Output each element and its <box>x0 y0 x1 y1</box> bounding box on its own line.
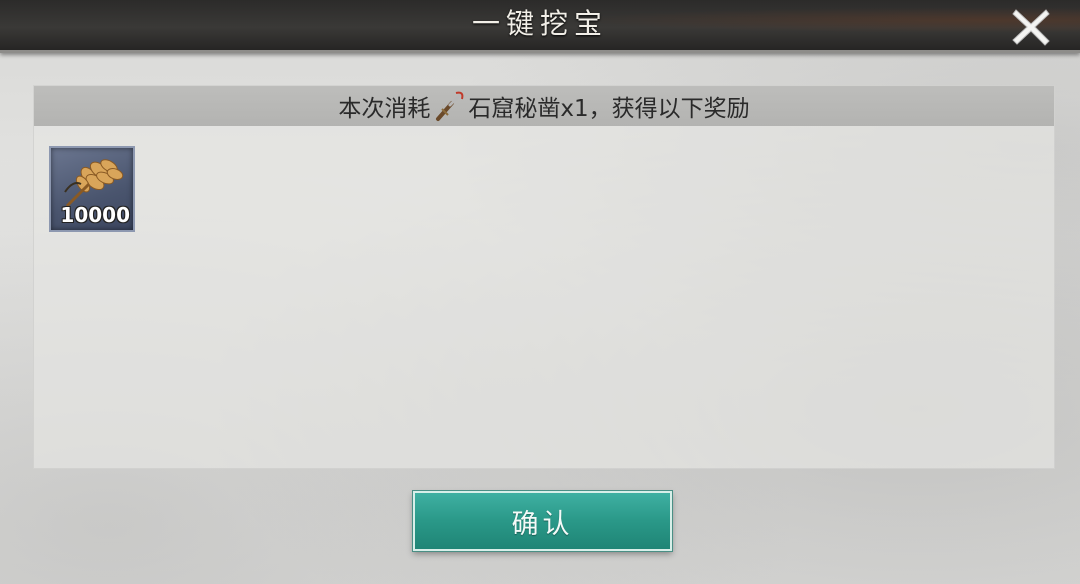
close-button[interactable] <box>1010 6 1052 48</box>
close-icon <box>1012 9 1050 46</box>
title-bar: 一键挖宝 <box>0 0 1080 53</box>
cost-item-name: 石窟秘凿x1 <box>468 96 589 122</box>
reward-count: 10000 <box>60 203 130 227</box>
chisel-icon <box>432 89 466 123</box>
reward-panel: 本次消耗 石窟秘凿x1 ，获得以下奖励 10000 <box>33 85 1055 469</box>
treasure-dig-dialog: 一键挖宝 本次消耗 石窟秘凿x1 ，获得以下奖励 10000 确认 <box>0 0 1080 584</box>
wheat-icon <box>64 159 124 208</box>
cost-bar: 本次消耗 石窟秘凿x1 ，获得以下奖励 <box>34 86 1054 126</box>
confirm-button[interactable]: 确认 <box>413 491 672 551</box>
cost-prefix: 本次消耗 <box>338 96 431 122</box>
dialog-title: 一键挖宝 <box>471 7 608 40</box>
cost-suffix: ，获得以下奖励 <box>588 96 750 122</box>
reward-item-slot[interactable]: 10000 <box>49 146 135 232</box>
